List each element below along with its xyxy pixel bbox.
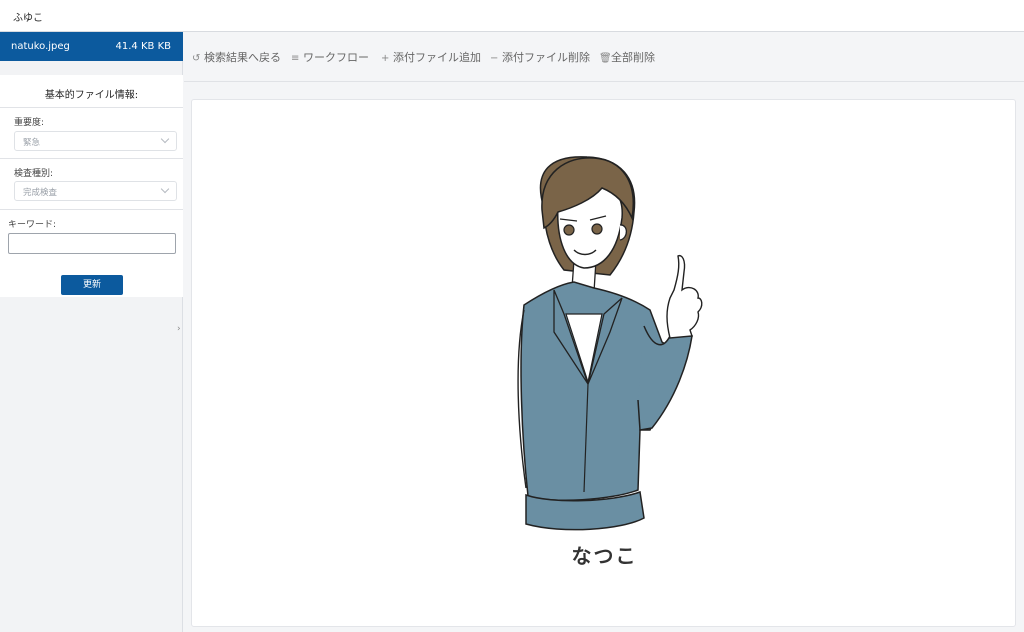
file-size: 41.4 KB KB xyxy=(115,41,171,52)
image-viewer: なつこ xyxy=(191,99,1016,627)
divider xyxy=(0,107,183,108)
list-icon: ≡ xyxy=(291,53,300,64)
collapse-sidebar-handle[interactable]: › xyxy=(177,324,181,334)
inspection-type-value: 完成検査 xyxy=(23,188,58,198)
divider xyxy=(0,158,183,159)
file-header[interactable]: natuko.jpeg 41.4 KB KB xyxy=(0,32,183,61)
sidebar: natuko.jpeg 41.4 KB KB 基本的ファイル情報: 重要度: 緊… xyxy=(0,32,183,632)
minus-icon: − xyxy=(490,53,499,64)
app-title: ふゆこ xyxy=(13,13,43,24)
delete-all-button[interactable]: 🗑全部削除 xyxy=(599,49,655,65)
importance-value: 緊急 xyxy=(23,138,41,148)
plus-icon: + xyxy=(381,53,390,64)
keyword-label: キーワード: xyxy=(8,220,57,230)
trash-icon: 🗑 xyxy=(599,53,612,64)
workflow-button[interactable]: ≡ ワークフロー xyxy=(291,49,369,65)
remove-attachment-button[interactable]: − 添付ファイル削除 xyxy=(490,49,590,65)
back-to-results-button[interactable]: ↺ 検索結果へ戻る xyxy=(192,49,281,65)
keyword-input[interactable] xyxy=(8,233,176,254)
inspection-type-label: 検査種別: xyxy=(14,169,54,179)
workflow-label: ワークフロー xyxy=(303,51,369,64)
right-eye xyxy=(591,223,603,235)
panel-title: 基本的ファイル情報: xyxy=(44,90,139,101)
delete-all-label: 全部削除 xyxy=(611,51,655,64)
image-caption: なつこ xyxy=(571,544,638,568)
inspection-type-select[interactable]: 完成検査 xyxy=(14,181,177,201)
file-info-panel: 基本的ファイル情報: 重要度: 緊急 検査種別: 完成検査 キーワード: 更新 xyxy=(0,75,183,297)
importance-label: 重要度: xyxy=(14,118,45,128)
back-to-results-label: 検索結果へ戻る xyxy=(204,51,281,64)
top-bar: ふゆこ xyxy=(0,0,1024,32)
divider xyxy=(0,209,183,210)
update-button[interactable]: 更新 xyxy=(61,275,123,295)
file-name: natuko.jpeg xyxy=(11,41,70,52)
toolbar: ↺ 検索結果へ戻る ≡ ワークフロー + 添付ファイル追加 − 添付ファイル削除 🗑全部… xyxy=(184,32,1024,82)
remove-attachment-label: 添付ファイル削除 xyxy=(502,51,590,64)
chevron-down-icon xyxy=(160,184,170,194)
chevron-down-icon xyxy=(160,134,170,144)
left-eye xyxy=(563,224,575,236)
right-arm xyxy=(637,325,693,431)
pointing-hand xyxy=(666,254,703,339)
add-attachment-label: 添付ファイル追加 xyxy=(393,51,481,64)
undo-icon: ↺ xyxy=(192,53,201,64)
add-attachment-button[interactable]: + 添付ファイル追加 xyxy=(381,49,481,65)
importance-select[interactable]: 緊急 xyxy=(14,131,177,151)
